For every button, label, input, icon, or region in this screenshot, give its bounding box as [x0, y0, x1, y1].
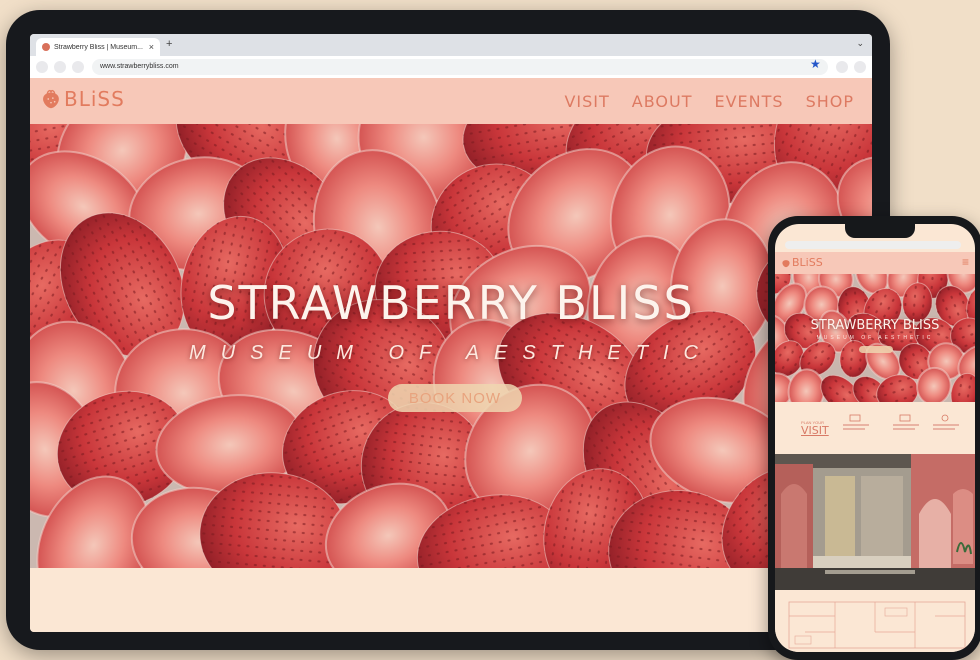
info-line: [843, 424, 869, 426]
tablet-screen: Strawberry Bliss | Museum... × + ⌄ www.s…: [30, 34, 872, 632]
info-line: [893, 428, 915, 430]
close-tab-icon[interactable]: ×: [149, 42, 154, 52]
book-now-button[interactable]: BOOK NOW: [388, 384, 522, 412]
mobile-floor-map: [775, 596, 975, 652]
ticket-icon: [849, 414, 861, 422]
info-line: [933, 428, 955, 430]
star-icon[interactable]: ★: [810, 57, 821, 71]
mobile-plan-section: PLAN YOUR VISIT: [775, 402, 975, 454]
strawberry-logo-icon: [782, 259, 790, 267]
location-icon: [941, 414, 949, 422]
site-logo[interactable]: BLiSS: [40, 87, 125, 111]
mobile-hero-title: STRAWBERRY BLISS: [810, 318, 940, 333]
tab-title: Strawberry Bliss | Museum...: [54, 43, 143, 51]
browser-toolbar: www.strawberrybliss.com ★: [30, 56, 872, 79]
forward-button[interactable]: [54, 61, 66, 73]
mobile-header: BLiSS ≡: [775, 252, 975, 274]
info-line: [843, 428, 865, 430]
hero-title: STRAWBERRY BLISS: [207, 276, 695, 330]
mobile-hero-subtitle: MUSEUM OF AESTHETIC: [816, 335, 934, 341]
logo-text: BLiSS: [64, 87, 125, 111]
phone-screen: BLiSS ≡ STRAWBERRY BLISS MUSEUM OF AESTH…: [775, 224, 975, 652]
tab-menu-icon[interactable]: ⌄: [856, 38, 864, 49]
phone-device: BLiSS ≡ STRAWBERRY BLISS MUSEUM OF AESTH…: [768, 216, 980, 660]
info-line: [893, 424, 919, 426]
hero-subtitle: MUSEUM OF AESTHETIC: [189, 342, 713, 364]
profile-button[interactable]: [854, 61, 866, 73]
mobile-hero: STRAWBERRY BLISS MUSEUM OF AESTHETIC: [775, 274, 975, 402]
nav-events[interactable]: EVENTS: [715, 92, 784, 111]
nav-visit[interactable]: VISIT: [564, 92, 609, 111]
plan-visit-link[interactable]: VISIT: [801, 424, 829, 437]
strawberry-logo-icon: [43, 89, 59, 109]
back-button[interactable]: [36, 61, 48, 73]
browser-tab[interactable]: Strawberry Bliss | Museum... ×: [36, 38, 160, 56]
extension-button[interactable]: [836, 61, 848, 73]
address-bar[interactable]: www.strawberrybliss.com: [92, 59, 828, 75]
mobile-book-button[interactable]: [859, 346, 893, 353]
hero-section: STRAWBERRY BLISS MUSEUM OF AESTHETIC BOO…: [30, 124, 872, 568]
reload-button[interactable]: [72, 61, 84, 73]
nav-about[interactable]: ABOUT: [632, 92, 693, 111]
info-line: [933, 424, 959, 426]
nav-shop[interactable]: SHOP: [806, 92, 854, 111]
room-photo: [775, 454, 975, 590]
mobile-logo-text: BLiSS: [792, 256, 823, 269]
tablet-device: Strawberry Bliss | Museum... × + ⌄ www.s…: [6, 10, 890, 650]
new-tab-button[interactable]: +: [166, 38, 172, 50]
favicon-icon: [42, 43, 50, 51]
mobile-address-bar[interactable]: [785, 241, 961, 249]
floor-plan-image: [788, 601, 966, 649]
museum-room-image: [775, 454, 975, 590]
site-header: BLiSS VISIT ABOUT EVENTS SHOP: [30, 78, 872, 124]
calendar-icon: [899, 414, 911, 422]
page-footer-area: [30, 568, 872, 632]
mobile-logo[interactable]: BLiSS: [781, 256, 823, 269]
phone-notch: [845, 224, 915, 238]
main-nav: VISIT ABOUT EVENTS SHOP: [564, 92, 854, 111]
hamburger-menu-icon[interactable]: ≡: [962, 256, 969, 268]
browser-tab-strip: Strawberry Bliss | Museum... × + ⌄: [30, 34, 872, 56]
